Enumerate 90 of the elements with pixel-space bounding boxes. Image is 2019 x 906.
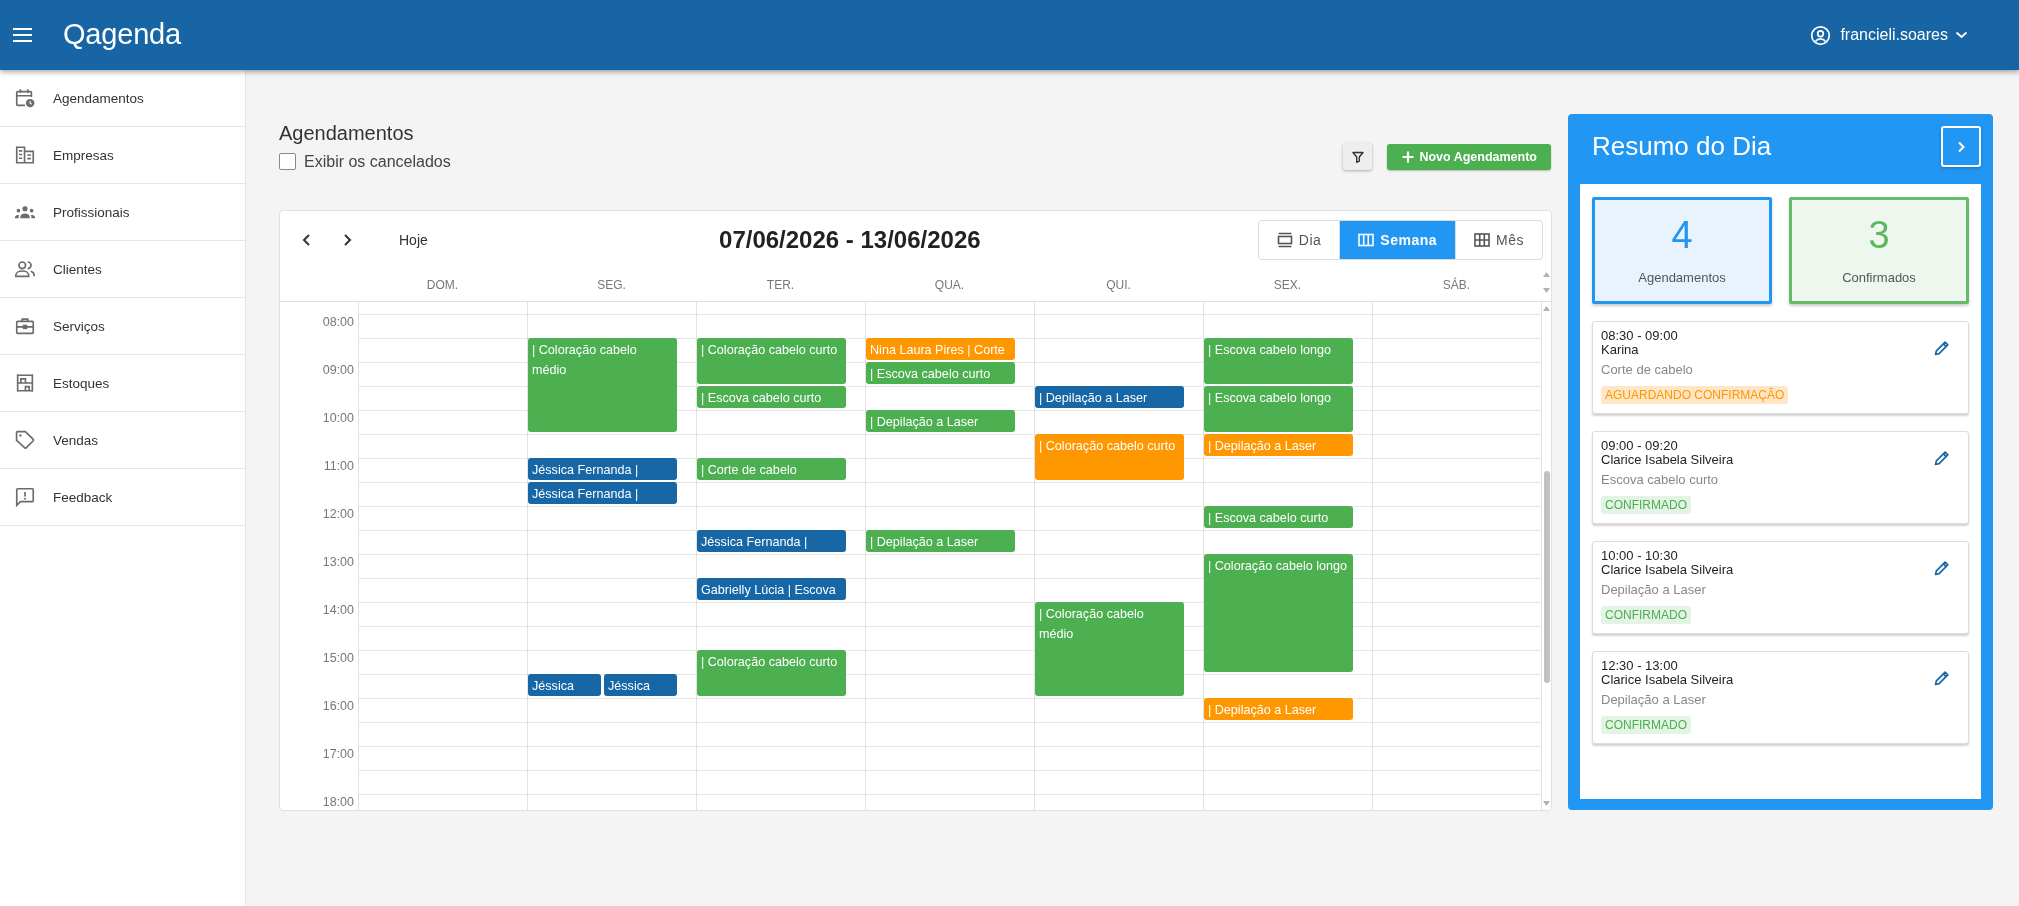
- collapse-button[interactable]: [1941, 126, 1981, 167]
- time-label: 14:00: [322, 603, 354, 617]
- calendar-event[interactable]: Jéssica Fernanda |: [528, 458, 677, 480]
- appointment-card[interactable]: 09:00 - 09:20 Clarice Isabela Silveira Escova cabelo curto CONFIRMADO: [1592, 431, 1969, 524]
- time-label: 11:00: [323, 459, 354, 473]
- calendar-clock-icon: [14, 87, 36, 109]
- appointment-time: 09:00 - 09:20: [1601, 439, 1678, 453]
- sidebar-item[interactable]: Empresas: [0, 127, 245, 184]
- time-label: 15:00: [322, 651, 354, 665]
- view-tab[interactable]: Dia: [1258, 220, 1340, 259]
- weekday-label: SEX.: [1273, 277, 1302, 292]
- calendar-event[interactable]: Jéssica Fernanda |: [697, 530, 846, 552]
- view-week-icon: [1358, 231, 1375, 248]
- logo: Qagenda: [63, 16, 181, 51]
- view-day-icon: [1276, 231, 1293, 248]
- pencil-icon[interactable]: [1934, 670, 1950, 686]
- stat-value: 4: [1671, 213, 1693, 257]
- appointment-card[interactable]: 08:30 - 09:00 Karina Corte de cabelo AGUARDANDO CONFIRMAÇÃO: [1592, 321, 1969, 414]
- chevron-down-icon: [1955, 31, 1968, 39]
- filter-button[interactable]: [1343, 143, 1373, 170]
- weekday-label: DOM.: [426, 277, 459, 292]
- date-range-title: 07/06/2026 - 13/06/2026: [719, 224, 981, 255]
- scrollbar-thumb[interactable]: [1543, 471, 1550, 683]
- time-label: 12:00: [322, 507, 354, 521]
- time-label: 13:00: [322, 555, 354, 569]
- weekday-label: QUI.: [1106, 277, 1131, 292]
- weekday-label: SEG.: [597, 277, 626, 292]
- service-name: Depilação a Laser: [1601, 583, 1706, 597]
- time-label: 08:00: [322, 315, 354, 329]
- view-tab[interactable]: Semana: [1339, 220, 1456, 259]
- sidebar-item[interactable]: Profissionais: [0, 184, 245, 241]
- weekday-label: QUA.: [934, 277, 965, 292]
- calendar-event[interactable]: Gabrielly Lúcia | Escova: [697, 578, 846, 600]
- client-name: Karina: [1601, 343, 1639, 357]
- service-name: Depilação a Laser: [1601, 693, 1706, 707]
- checkbox[interactable]: [279, 153, 296, 170]
- appointment-time: 12:30 - 13:00: [1601, 659, 1678, 673]
- time-label: 09:00: [322, 363, 354, 377]
- today-button[interactable]: Hoje: [399, 230, 428, 249]
- appointment-card[interactable]: 10:00 - 10:30 Clarice Isabela Silveira Depilação a Laser CONFIRMADO: [1592, 541, 1969, 634]
- stat-label: Agendamentos: [1638, 270, 1726, 286]
- sidebar-item[interactable]: Serviços: [0, 298, 245, 355]
- status-badge: AGUARDANDO CONFIRMAÇÃO: [1601, 386, 1789, 404]
- weekday-label: SÁB.: [1442, 277, 1471, 292]
- weekday-label: TER.: [766, 277, 795, 292]
- feedback-icon: [14, 486, 36, 508]
- client-name: Clarice Isabela Silveira: [1601, 563, 1734, 577]
- time-label: 17:00: [322, 747, 354, 761]
- grid-icon: [1474, 231, 1491, 248]
- sidebar-item[interactable]: Agendamentos: [0, 70, 245, 127]
- service-name: Escova cabelo curto: [1601, 473, 1719, 487]
- checkbox-label[interactable]: Exibir os cancelados: [304, 152, 451, 171]
- sidebar-item[interactable]: Vendas: [0, 412, 245, 469]
- status-badge: CONFIRMADO: [1601, 496, 1691, 514]
- stat-label: Confirmados: [1842, 270, 1916, 286]
- appointment-card[interactable]: 12:30 - 13:00 Clarice Isabela Silveira Depilação a Laser CONFIRMADO: [1592, 651, 1969, 744]
- menu-icon[interactable]: [13, 28, 32, 42]
- calendar-event[interactable]: Jéssica Fernanda |: [528, 482, 677, 504]
- calendar-event[interactable]: Jéssica: [528, 674, 601, 696]
- shelves-icon: [14, 372, 36, 394]
- pencil-icon[interactable]: [1934, 450, 1950, 466]
- sidebar-item[interactable]: Feedback: [0, 469, 245, 526]
- time-label: 10:00: [322, 411, 354, 425]
- people-icon: [14, 258, 36, 280]
- appointment-time: 08:30 - 09:00: [1601, 329, 1678, 343]
- status-badge: CONFIRMADO: [1601, 716, 1691, 734]
- briefcase-icon: [14, 315, 36, 337]
- stat-value: 3: [1868, 213, 1890, 257]
- pencil-icon[interactable]: [1934, 340, 1950, 356]
- tag-icon: [14, 429, 36, 451]
- time-label: 18:00: [322, 795, 354, 809]
- calendar-event[interactable]: Jéssica: [604, 674, 677, 696]
- appointment-time: 10:00 - 10:30: [1601, 549, 1678, 563]
- user-icon: [1810, 24, 1832, 46]
- user-menu[interactable]: francieli.soares: [1810, 24, 1968, 46]
- pencil-icon[interactable]: [1934, 560, 1950, 576]
- calendar-event[interactable]: | Depilação a Laser: [1035, 386, 1184, 408]
- plus-icon: [1402, 150, 1415, 163]
- sidebar-item[interactable]: Estoques: [0, 355, 245, 412]
- time-label: 16:00: [322, 699, 354, 713]
- building-icon: [14, 144, 36, 166]
- service-name: Corte de cabelo: [1601, 363, 1693, 377]
- panel-title: Resumo do Dia: [1592, 130, 1772, 163]
- status-badge: CONFIRMADO: [1601, 606, 1691, 624]
- client-name: Clarice Isabela Silveira: [1601, 673, 1734, 687]
- sidebar-item[interactable]: Clientes: [0, 241, 245, 298]
- funnel-icon: [1351, 150, 1364, 163]
- view-tab[interactable]: Mês: [1455, 220, 1542, 259]
- page-title: Agendamentos: [279, 121, 414, 145]
- client-name: Clarice Isabela Silveira: [1601, 453, 1734, 467]
